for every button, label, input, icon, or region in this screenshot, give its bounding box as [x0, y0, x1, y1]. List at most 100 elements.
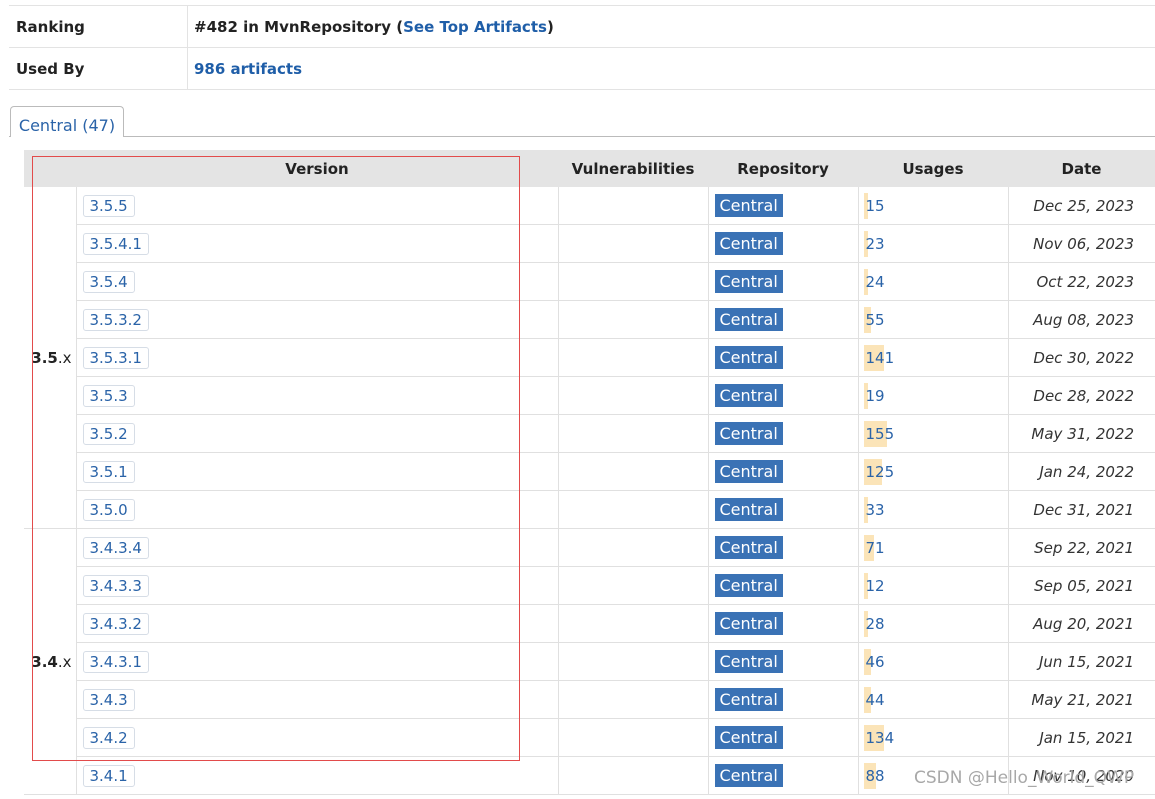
- version-cell: 3.4.3.2: [76, 604, 559, 643]
- table-row: 3.5.4.1 Central 23 Nov 06, 2023: [24, 224, 1155, 263]
- usages-cell: 44: [858, 680, 1009, 719]
- repository-cell: Central: [708, 642, 859, 681]
- see-top-artifacts-link[interactable]: See Top Artifacts: [403, 18, 547, 36]
- version-link[interactable]: 3.5.5: [82, 194, 135, 217]
- table-row: 3.5.3.2 Central 55 Aug 08, 2023: [24, 300, 1155, 339]
- date-cell: Aug 20, 2021: [1008, 604, 1155, 643]
- date-cell: Sep 22, 2021: [1008, 528, 1155, 567]
- repository-badge[interactable]: Central: [714, 498, 783, 521]
- repository-badge[interactable]: Central: [714, 764, 783, 787]
- usages-link[interactable]: 88: [864, 767, 885, 785]
- version-link[interactable]: 3.4.3.2: [82, 612, 149, 635]
- usage-bar-wrap: 28: [863, 610, 1008, 637]
- usages-link[interactable]: 19: [864, 387, 885, 405]
- version-link[interactable]: 3.5.3.2: [82, 308, 149, 331]
- usages-link[interactable]: 44: [864, 691, 885, 709]
- usage-bar-wrap: 33: [863, 496, 1008, 523]
- repository-badge[interactable]: Central: [714, 384, 783, 407]
- vulnerabilities-cell: [558, 490, 709, 529]
- used-by-value: 986 artifacts: [187, 47, 1155, 90]
- repository-badge[interactable]: Central: [714, 612, 783, 635]
- usages-link[interactable]: 125: [864, 463, 895, 481]
- usages-link[interactable]: 155: [864, 425, 895, 443]
- date-cell: Dec 28, 2022: [1008, 376, 1155, 415]
- vulnerabilities-cell: [558, 566, 709, 605]
- repository-badge[interactable]: Central: [714, 346, 783, 369]
- repository-cell: Central: [708, 414, 859, 453]
- usages-link[interactable]: 15: [864, 197, 885, 215]
- repository-badge[interactable]: Central: [714, 422, 783, 445]
- version-cell: 3.5.0: [76, 490, 559, 529]
- version-link[interactable]: 3.4.3: [82, 688, 135, 711]
- usages-cell: 28: [858, 604, 1009, 643]
- table-row: 3.5.3.1 Central 141 Dec 30, 2022: [24, 338, 1155, 377]
- artifact-info-table: Ranking #482 in MvnRepository (See Top A…: [9, 5, 1155, 90]
- version-link[interactable]: 3.4.1: [82, 764, 135, 787]
- usages-link[interactable]: 141: [864, 349, 895, 367]
- usages-cell: 46: [858, 642, 1009, 681]
- repository-badge[interactable]: Central: [714, 308, 783, 331]
- usages-cell: 23: [858, 224, 1009, 263]
- version-link[interactable]: 3.5.4.1: [82, 232, 149, 255]
- used-by-link[interactable]: 986 artifacts: [194, 60, 302, 78]
- vulnerabilities-cell: [558, 452, 709, 491]
- repository-cell: Central: [708, 756, 859, 795]
- usages-link[interactable]: 28: [864, 615, 885, 633]
- usages-cell: 55: [858, 300, 1009, 339]
- version-link[interactable]: 3.5.3: [82, 384, 135, 407]
- date-cell: Dec 30, 2022: [1008, 338, 1155, 377]
- version-link[interactable]: 3.5.3.1: [82, 346, 149, 369]
- version-cell: 3.4.2: [76, 718, 559, 757]
- date-cell: May 21, 2021: [1008, 680, 1155, 719]
- version-cell: 3.5.3.2: [76, 300, 559, 339]
- tab-divider: [9, 136, 1155, 137]
- date-cell: Jan 15, 2021: [1008, 718, 1155, 757]
- tab-central[interactable]: Central (47): [10, 106, 124, 137]
- vulnerabilities-cell: [558, 528, 709, 567]
- vulnerabilities-cell: [558, 756, 709, 795]
- usages-link[interactable]: 46: [864, 653, 885, 671]
- used-by-row: Used By 986 artifacts: [9, 47, 1155, 90]
- repository-badge[interactable]: Central: [714, 270, 783, 293]
- table-row: 3.5.1 Central 125 Jan 24, 2022: [24, 452, 1155, 491]
- repository-cell: Central: [708, 718, 859, 757]
- usages-link[interactable]: 33: [864, 501, 885, 519]
- version-link[interactable]: 3.4.3.4: [82, 536, 149, 559]
- usages-link[interactable]: 55: [864, 311, 885, 329]
- version-cell: 3.4.3.1: [76, 642, 559, 681]
- version-link[interactable]: 3.5.4: [82, 270, 135, 293]
- version-link[interactable]: 3.5.2: [82, 422, 135, 445]
- repository-badge[interactable]: Central: [714, 194, 783, 217]
- usages-cell: 24: [858, 262, 1009, 301]
- version-link[interactable]: 3.5.1: [82, 460, 135, 483]
- repository-cell: Central: [708, 528, 859, 567]
- usages-link[interactable]: 24: [864, 273, 885, 291]
- version-link[interactable]: 3.4.2: [82, 726, 135, 749]
- repository-badge[interactable]: Central: [714, 460, 783, 483]
- repository-badge[interactable]: Central: [714, 536, 783, 559]
- version-cell: 3.5.4: [76, 262, 559, 301]
- usages-link[interactable]: 23: [864, 235, 885, 253]
- version-link[interactable]: 3.4.3.1: [82, 650, 149, 673]
- table-row: 3.5.0 Central 33 Dec 31, 2021: [24, 490, 1155, 529]
- version-cell: 3.5.3: [76, 376, 559, 415]
- version-link[interactable]: 3.5.0: [82, 498, 135, 521]
- version-cell: 3.5.4.1: [76, 224, 559, 263]
- table-row: 3.4.3.3 Central 12 Sep 05, 2021: [24, 566, 1155, 605]
- date-cell: Jun 15, 2021: [1008, 642, 1155, 681]
- repository-badge[interactable]: Central: [714, 726, 783, 749]
- usages-cell: 125: [858, 452, 1009, 491]
- usages-link[interactable]: 134: [864, 729, 895, 747]
- repository-badge[interactable]: Central: [714, 574, 783, 597]
- usage-bar-wrap: 23: [863, 230, 1008, 257]
- usages-cell: 134: [858, 718, 1009, 757]
- usages-link[interactable]: 71: [864, 539, 885, 557]
- repository-badge[interactable]: Central: [714, 688, 783, 711]
- versions-table-body: 3.5.x 3.5.5 Central 15 Dec 25, 2023 3.5.4.1 Ce…: [24, 187, 1155, 795]
- repository-badge[interactable]: Central: [714, 232, 783, 255]
- usages-cell: 12: [858, 566, 1009, 605]
- repository-badge[interactable]: Central: [714, 650, 783, 673]
- table-row: 3.5.x 3.5.5 Central 15 Dec 25, 2023: [24, 187, 1155, 529]
- version-link[interactable]: 3.4.3.3: [82, 574, 149, 597]
- usages-link[interactable]: 12: [864, 577, 885, 595]
